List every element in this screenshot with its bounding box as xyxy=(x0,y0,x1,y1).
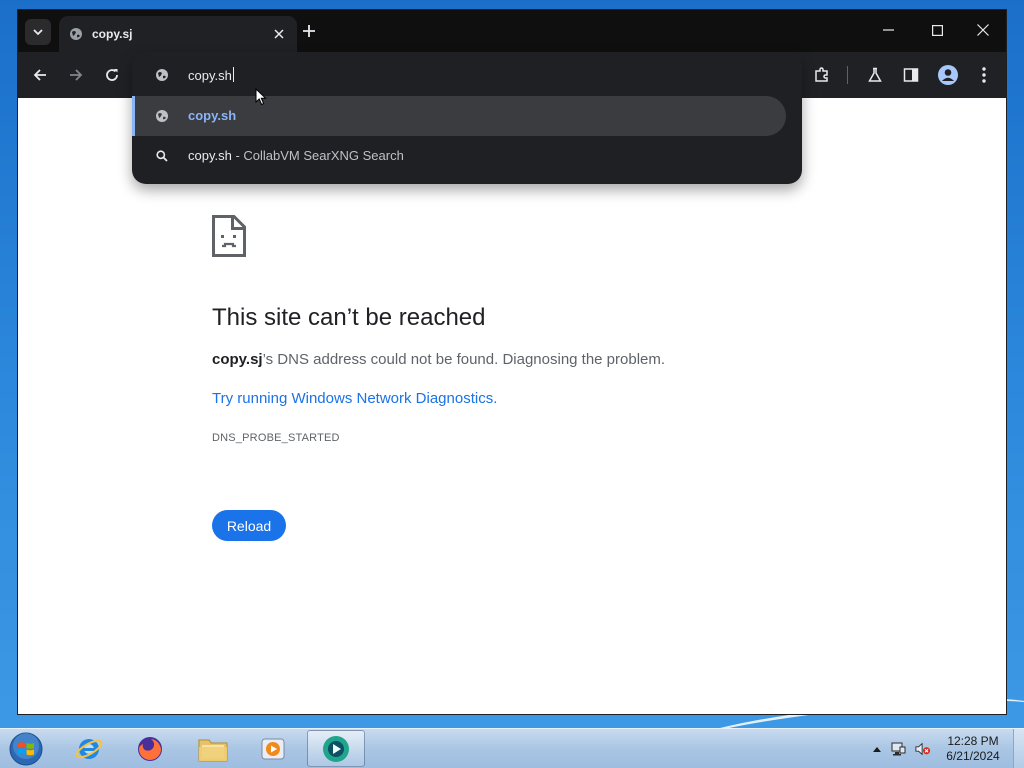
omnibox-suggestion[interactable]: copy.sh xyxy=(132,96,786,136)
suggestion-url: copy.sh xyxy=(188,108,237,123)
toolbar-separator xyxy=(847,66,848,84)
reload-button[interactable]: Reload xyxy=(212,510,286,541)
tab-active[interactable]: copy.sj xyxy=(59,16,297,52)
reload-toolbar-button[interactable] xyxy=(100,63,124,87)
diagnostics-link[interactable]: Try running Windows Network Diagnostics xyxy=(212,390,493,407)
tab-search-button[interactable] xyxy=(25,19,51,45)
taskbar-media-player[interactable] xyxy=(244,730,302,767)
omnibox-input-value: copy.sh xyxy=(188,68,232,83)
taskbar-file-explorer[interactable] xyxy=(184,730,242,767)
suggestion-search: copy.sh - CollabVM SearXNG Search xyxy=(188,148,404,163)
error-host: copy.sj xyxy=(212,351,263,368)
arrow-left-icon xyxy=(33,69,46,81)
tab-title: copy.sj xyxy=(92,27,133,41)
labs-button[interactable] xyxy=(863,63,887,87)
text-caret xyxy=(232,67,234,82)
windows-orb-icon xyxy=(9,732,43,766)
menu-button[interactable] xyxy=(972,63,996,87)
error-title: This site can’t be reached xyxy=(212,304,486,331)
mouse-cursor-icon xyxy=(255,88,267,106)
taskbar: 12:28 PM 6/21/2024 xyxy=(0,728,1024,768)
browser-app-icon xyxy=(323,735,349,762)
new-tab-button[interactable] xyxy=(299,21,319,41)
taskbar-firefox[interactable] xyxy=(121,730,179,767)
omnibox-input-row[interactable]: copy.sh xyxy=(132,60,802,90)
diagnostics-period: . xyxy=(493,390,498,407)
plus-icon xyxy=(303,25,315,37)
start-button[interactable] xyxy=(6,730,46,768)
clock-date: 6/21/2024 xyxy=(946,749,1000,763)
suggestion-search-query: copy.sh xyxy=(188,148,232,163)
back-button[interactable] xyxy=(28,63,52,87)
chevron-down-icon xyxy=(33,29,43,36)
volume-tray-button[interactable] xyxy=(915,741,931,757)
flask-icon xyxy=(868,67,882,82)
close-window-button[interactable] xyxy=(960,10,1006,50)
arrow-right-icon xyxy=(70,69,83,81)
extensions-button[interactable] xyxy=(810,63,834,87)
more-vert-icon xyxy=(982,67,986,83)
show-hidden-icons-button[interactable] xyxy=(869,741,885,757)
diagnostics-row: Try running Windows Network Diagnostics. xyxy=(212,390,497,407)
globe-icon xyxy=(154,108,170,124)
taskbar-internet-explorer[interactable] xyxy=(60,730,118,767)
close-tab-icon[interactable] xyxy=(271,26,287,42)
profile-button[interactable] xyxy=(936,63,960,87)
globe-icon xyxy=(69,27,83,41)
close-icon xyxy=(977,24,989,36)
firefox-icon xyxy=(138,736,162,761)
search-icon xyxy=(154,148,170,164)
globe-icon xyxy=(154,67,170,83)
maximize-icon xyxy=(931,24,943,36)
refresh-icon xyxy=(106,69,118,81)
taskbar-clock[interactable]: 12:28 PM 6/21/2024 xyxy=(938,734,1008,764)
browser-window: copy.sj This site can’t be reached copy.… xyxy=(18,10,1006,714)
error-page: This site can’t be reached copy.sj’s DNS… xyxy=(18,98,1006,714)
internet-explorer-icon xyxy=(75,738,103,759)
error-code: DNS_PROBE_STARTED xyxy=(212,432,340,444)
selection-indicator xyxy=(132,96,135,136)
side-panel-icon xyxy=(903,68,919,82)
speaker-muted-icon xyxy=(915,742,931,756)
folder-icon xyxy=(198,739,228,761)
media-player-icon xyxy=(261,738,285,759)
maximize-button[interactable] xyxy=(914,10,960,50)
error-description-text: ’s DNS address could not be found. Diagn… xyxy=(262,351,666,368)
network-tray-button[interactable] xyxy=(890,741,906,757)
side-panel-button[interactable] xyxy=(899,63,923,87)
minimize-button[interactable] xyxy=(865,10,911,50)
tab-strip: copy.sj xyxy=(18,10,1006,52)
avatar-icon xyxy=(938,65,958,85)
clock-time: 12:28 PM xyxy=(947,734,999,748)
taskbar-browser-active[interactable] xyxy=(307,730,365,767)
suggestion-search-engine: - CollabVM SearXNG Search xyxy=(231,148,404,163)
network-icon xyxy=(891,742,906,756)
minimize-icon xyxy=(882,29,894,31)
omnibox-input[interactable]: copy.sh xyxy=(188,67,234,83)
omnibox-suggestion[interactable]: copy.sh - CollabVM SearXNG Search xyxy=(132,138,802,174)
omnibox-dropdown: copy.sh copy.sh copy.sh - CollabVM SearX… xyxy=(132,52,802,184)
chevron-up-icon xyxy=(873,747,881,752)
sad-document-icon xyxy=(212,215,246,257)
show-desktop-button[interactable] xyxy=(1013,729,1024,768)
forward-button[interactable] xyxy=(64,63,88,87)
puzzle-icon xyxy=(815,67,828,82)
error-description: copy.sj’s DNS address could not be found… xyxy=(212,351,665,368)
